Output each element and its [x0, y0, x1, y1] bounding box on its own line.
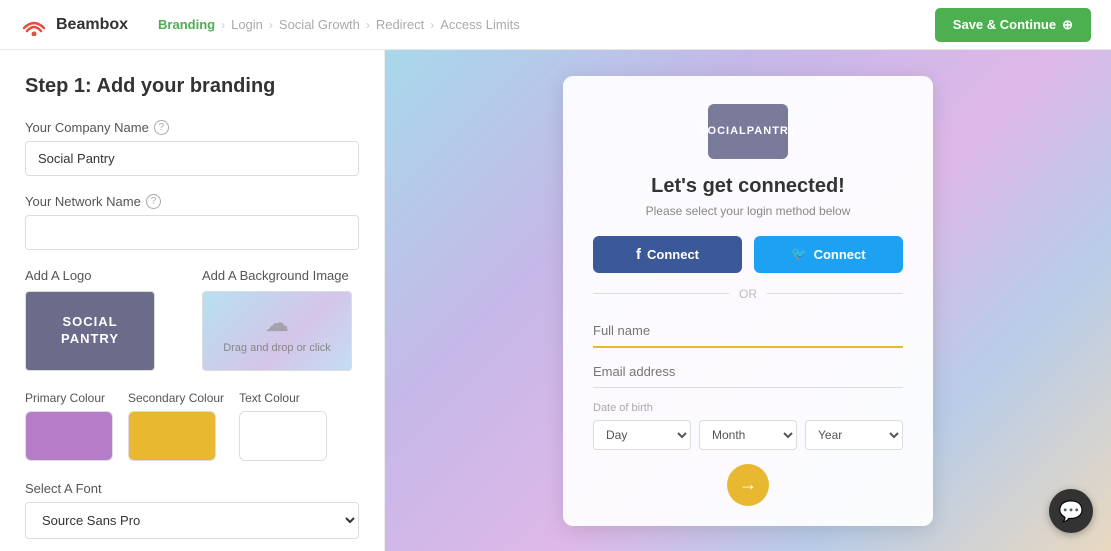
company-name-help-icon[interactable]: ? [154, 120, 169, 135]
social-buttons-row: f Connect 🐦 Connect [593, 236, 903, 273]
dob-selects: Day Month Year [593, 420, 903, 450]
topnav: Beambox Branding › Login › Social Growth… [0, 0, 1111, 50]
secondary-colour-block: Secondary Colour [128, 391, 224, 461]
text-colour-block: Text Colour [239, 391, 327, 461]
network-name-help-icon[interactable]: ? [146, 194, 161, 209]
bg-image-label: Add A Background Image [202, 268, 359, 283]
nav-step-access-limits[interactable]: Access Limits [440, 17, 519, 32]
preview-logo: SOCIAL PANTRY [708, 104, 788, 159]
secondary-colour-swatch[interactable] [128, 411, 216, 461]
preview-background: SOCIAL PANTRY Let's get connected! Pleas… [385, 50, 1111, 551]
preview-form-fields: Date of birth Day Month Year [593, 315, 903, 450]
text-colour-label: Text Colour [239, 391, 327, 405]
main-layout: Step 1: Add your branding Your Company N… [0, 50, 1111, 551]
twitter-icon: 🐦 [791, 246, 807, 262]
or-line-left [593, 293, 729, 294]
preview-title: Let's get connected! [651, 175, 845, 198]
network-name-input[interactable] [25, 215, 359, 250]
page-title: Step 1: Add your branding [25, 75, 359, 98]
preview-email-input[interactable] [593, 356, 903, 388]
company-name-label: Your Company Name ? [25, 120, 359, 135]
bg-image-hint: ☁ Drag and drop or click [223, 309, 331, 354]
bg-image-block: Add A Background Image ☁ Drag and drop o… [202, 268, 359, 371]
cloud-upload-icon: ☁ [223, 309, 331, 338]
company-name-group: Your Company Name ? [25, 120, 359, 176]
logo-block: Add A Logo SOCIAL PANTRY [25, 268, 182, 371]
colour-row: Primary Colour Secondary Colour Text Col… [25, 391, 359, 461]
nav-step-redirect[interactable]: Redirect [376, 17, 424, 32]
dob-year-select[interactable]: Year [805, 420, 903, 450]
nav-step-login[interactable]: Login [231, 17, 263, 32]
brand-name: Beambox [56, 16, 128, 34]
logo-section-label: Add A Logo [25, 268, 182, 283]
save-continue-button[interactable]: Save & Continue ⊕ [935, 8, 1091, 42]
facebook-icon: f [636, 246, 641, 263]
right-panel: SOCIAL PANTRY Let's get connected! Pleas… [385, 50, 1111, 551]
primary-colour-label: Primary Colour [25, 391, 113, 405]
nav-step-branding[interactable]: Branding [158, 17, 215, 32]
chevron-icon-2: › [269, 18, 273, 32]
text-colour-swatch[interactable] [239, 411, 327, 461]
font-select-label: Select A Font [25, 481, 359, 496]
logo-preview[interactable]: SOCIAL PANTRY [25, 291, 155, 371]
facebook-connect-button[interactable]: f Connect [593, 236, 742, 273]
nav-steps: Branding › Login › Social Growth › Redir… [158, 17, 935, 32]
or-divider: OR [593, 287, 903, 301]
dob-section: Date of birth Day Month Year [593, 402, 903, 450]
network-name-group: Your Network Name ? [25, 194, 359, 250]
chevron-icon-3: › [366, 18, 370, 32]
logo[interactable]: Beambox [20, 14, 128, 36]
continue-arrow-icon: → [739, 474, 757, 495]
twitter-connect-button[interactable]: 🐦 Connect [754, 236, 903, 273]
bg-image-dropzone[interactable]: ☁ Drag and drop or click [202, 291, 352, 371]
font-section: Select A Font Source Sans Pro [25, 481, 359, 539]
chevron-icon-4: › [430, 18, 434, 32]
dob-day-select[interactable]: Day [593, 420, 691, 450]
preview-card: SOCIAL PANTRY Let's get connected! Pleas… [563, 76, 933, 526]
company-name-input[interactable] [25, 141, 359, 176]
or-line-right [767, 293, 903, 294]
preview-fullname-input[interactable] [593, 315, 903, 348]
dob-label: Date of birth [593, 402, 903, 414]
dob-month-select[interactable]: Month [699, 420, 797, 450]
primary-colour-swatch[interactable] [25, 411, 113, 461]
chevron-icon-1: › [221, 18, 225, 32]
font-select[interactable]: Source Sans Pro [25, 502, 359, 539]
left-panel: Step 1: Add your branding Your Company N… [0, 50, 385, 551]
nav-step-social-growth[interactable]: Social Growth [279, 17, 360, 32]
primary-colour-block: Primary Colour [25, 391, 113, 461]
arrow-icon: ⊕ [1062, 17, 1073, 33]
chat-icon: 💬 [1059, 499, 1084, 524]
preview-subtitle: Please select your login method below [646, 204, 851, 218]
network-name-label: Your Network Name ? [25, 194, 359, 209]
beambox-logo-icon [20, 14, 48, 36]
chat-widget[interactable]: 💬 [1049, 489, 1093, 533]
continue-button[interactable]: → [727, 464, 769, 506]
image-row: Add A Logo SOCIAL PANTRY Add A Backgroun… [25, 268, 359, 371]
secondary-colour-label: Secondary Colour [128, 391, 224, 405]
